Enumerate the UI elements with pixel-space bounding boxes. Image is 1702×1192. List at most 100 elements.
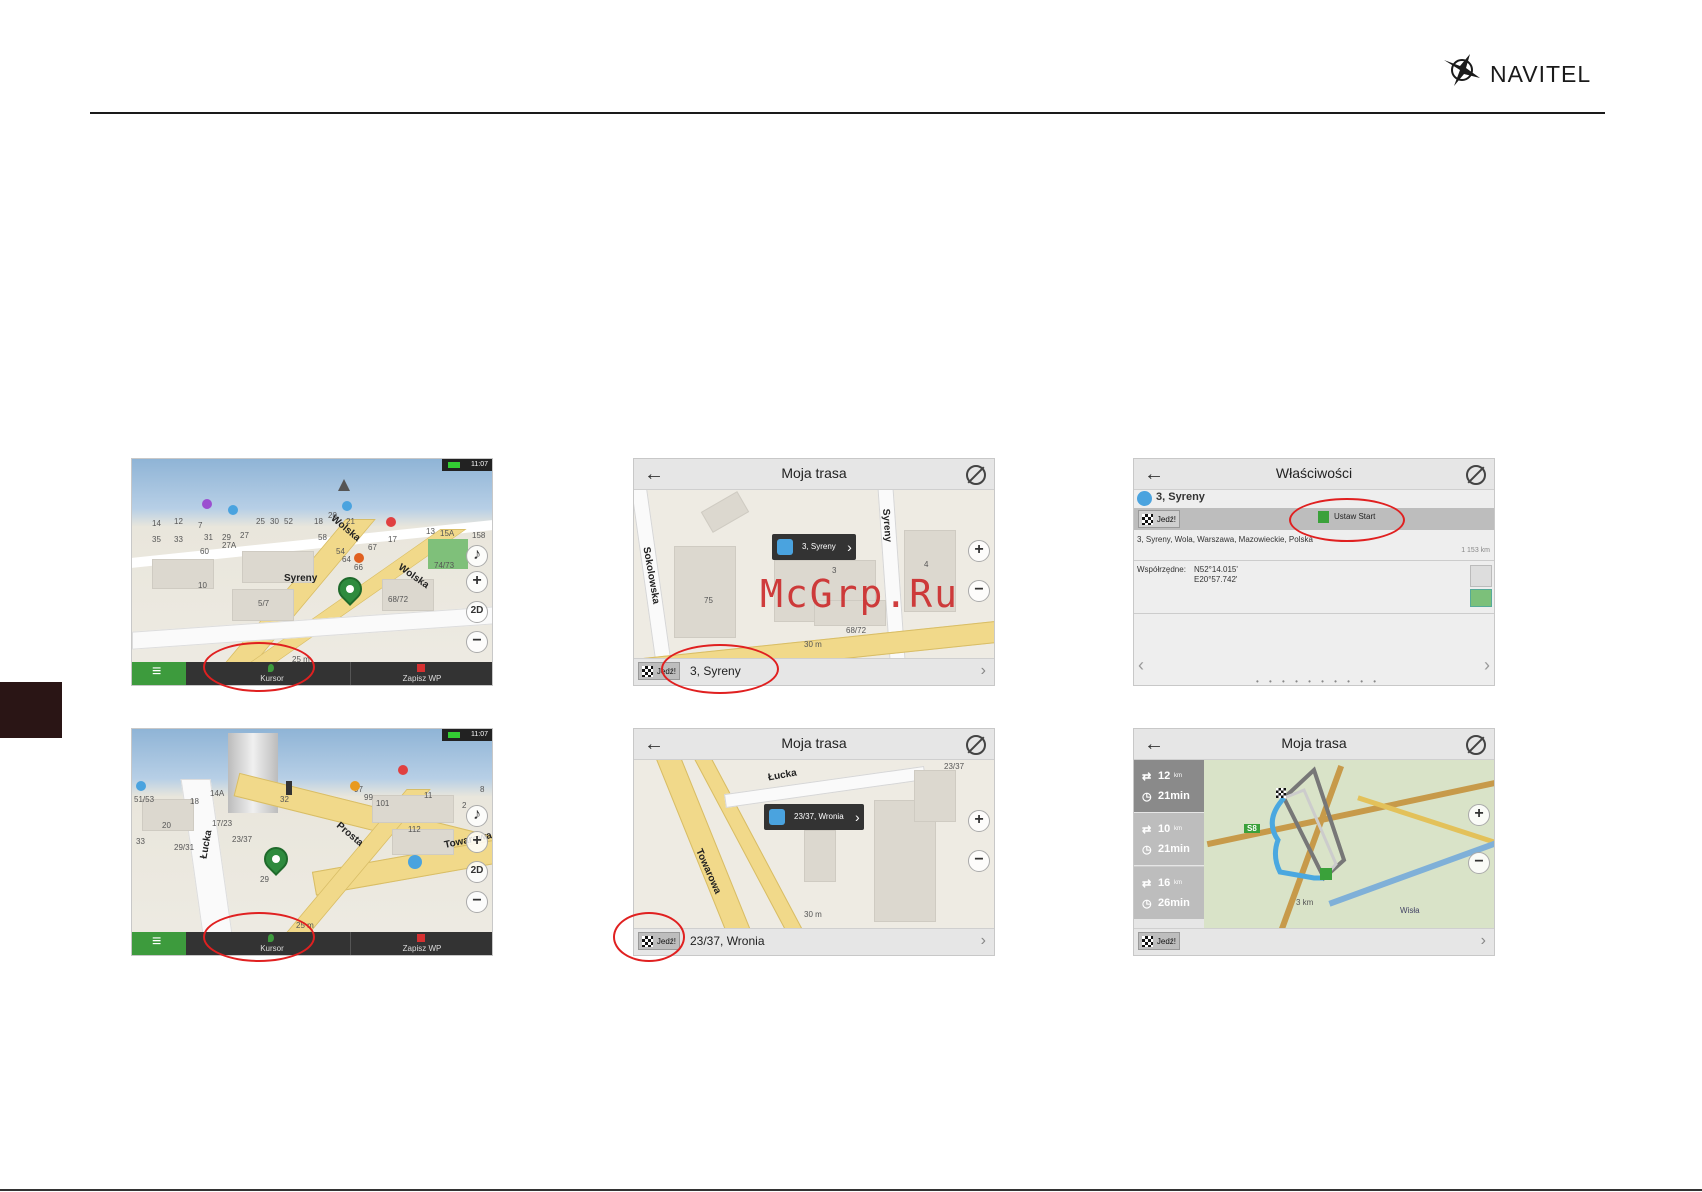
screenshot-route-point-2: ← Moja trasa Łucka Towarowa 23/37 30 m 2… <box>633 728 995 956</box>
route-map[interactable]: S8 3 km Wisła + − <box>1204 760 1494 928</box>
page-dots: • • • • • • • • • • <box>1256 677 1381 686</box>
address-popup[interactable]: 3, Syreny › <box>772 534 856 560</box>
flag-icon <box>417 934 425 942</box>
route-option-2[interactable]: ⇄ 10 km ◷ 21min <box>1134 813 1204 865</box>
view-2d-button[interactable]: 2D <box>466 861 488 883</box>
zoom-in-button[interactable]: + <box>968 540 990 562</box>
zoom-out-button[interactable]: − <box>1468 852 1490 874</box>
poi-icon <box>350 781 360 791</box>
checkered-flag-icon <box>1142 514 1153 525</box>
prev-page-arrow-icon[interactable]: ‹ <box>1138 655 1144 676</box>
highlight-ellipse <box>661 644 779 694</box>
checkered-flag-icon <box>642 666 653 677</box>
distance-icon: ⇄ <box>1142 878 1152 890</box>
distance: 1 153 km <box>1461 547 1490 554</box>
highlight-ellipse <box>203 912 315 962</box>
highlight-ellipse <box>613 912 685 962</box>
save-waypoint-button[interactable]: Zapisz WP <box>350 932 492 955</box>
zoom-out-button[interactable]: − <box>466 631 488 653</box>
longitude: E20°57.742' <box>1194 575 1238 584</box>
road-badge: S8 <box>1244 824 1260 833</box>
save-waypoint-button[interactable]: Zapisz WP <box>350 662 492 685</box>
zoom-in-button[interactable]: + <box>1468 804 1490 826</box>
screen-header: ← Moja trasa <box>634 729 994 760</box>
river-label: Wisła <box>1400 906 1420 915</box>
traffic-light-icon <box>286 781 292 795</box>
poi-icon <box>202 499 212 509</box>
zoom-in-button[interactable]: + <box>466 831 488 853</box>
menu-button[interactable] <box>132 932 186 955</box>
chevron-right-icon[interactable]: › <box>1481 932 1486 950</box>
view-2d-button[interactable]: 2D <box>466 601 488 623</box>
menu-button[interactable] <box>132 662 186 685</box>
clock-icon: ◷ <box>1142 898 1152 910</box>
watermark: McGrp.Ru <box>760 572 960 616</box>
compass-icon[interactable] <box>338 479 350 491</box>
status-bar: 11:07 <box>442 729 492 741</box>
sound-button[interactable]: ♪ <box>466 805 488 827</box>
latitude: N52°14.015' <box>1194 565 1238 574</box>
route-option-3[interactable]: ⇄ 16 km ◷ 26min <box>1134 866 1204 919</box>
route-lines <box>1269 766 1347 882</box>
start-flag-icon <box>1320 868 1332 880</box>
address-bar: Jedź! 23/37, Wronia › <box>634 928 994 955</box>
screen-header: ← Moja trasa <box>1134 729 1494 760</box>
zoom-in-button[interactable]: + <box>466 571 488 593</box>
go-button[interactable]: Jedź! <box>1138 510 1180 528</box>
screenshot-properties: ← Właściwości 3, Syreny Jedź! Ustaw Star… <box>1133 458 1495 686</box>
screen-header: ← Moja trasa <box>634 459 994 490</box>
zoom-out-button[interactable]: − <box>968 580 990 602</box>
zoom-out-button[interactable]: − <box>968 850 990 872</box>
map-view[interactable]: Łucka Towarowa 23/37 30 m 23/37, Wronia … <box>634 760 994 928</box>
checkered-flag-icon <box>1142 936 1153 947</box>
navitel-logo: NAVITEL <box>1440 52 1600 92</box>
zoom-out-button[interactable]: − <box>466 891 488 913</box>
chevron-right-icon[interactable]: › <box>981 932 986 950</box>
home-icon <box>1137 491 1152 506</box>
flag-icon <box>417 664 425 672</box>
share-button[interactable] <box>1470 589 1492 607</box>
cursor-pin-icon <box>259 842 293 876</box>
street-label: Syreny <box>284 573 318 584</box>
go-button[interactable]: Jedź! <box>1138 932 1180 950</box>
footer-line <box>0 1189 1702 1191</box>
home-icon <box>777 539 793 555</box>
route-bottom-bar: Jedź! › <box>1134 928 1494 955</box>
sound-button[interactable]: ♪ <box>466 545 488 567</box>
poi-icon <box>386 517 396 527</box>
section-tab <box>0 682 62 738</box>
poi-icon <box>228 505 238 515</box>
bus-stop-icon <box>408 855 422 869</box>
route-option-1[interactable]: ⇄ 12 km ◷ 21min <box>1134 760 1204 812</box>
address-popup[interactable]: 23/37, Wronia › <box>764 804 864 830</box>
status-bar: 11:07 <box>442 459 492 471</box>
satellite-off-icon[interactable] <box>1466 735 1486 755</box>
satellite-off-icon[interactable] <box>1466 465 1486 485</box>
poi-icon <box>136 781 146 791</box>
map-scale: 3 km <box>1296 898 1314 907</box>
brand-name: NAVITEL <box>1490 61 1592 87</box>
poi-icon <box>354 553 364 563</box>
navitel-star-icon <box>1444 54 1480 86</box>
zoom-in-button[interactable]: + <box>968 810 990 832</box>
highlight-ellipse <box>1289 498 1405 542</box>
satellite-off-icon[interactable] <box>966 735 986 755</box>
satellite-off-icon[interactable] <box>966 465 986 485</box>
map-marker-button[interactable] <box>1470 565 1492 587</box>
poi-icon <box>398 765 408 775</box>
distance-icon: ⇄ <box>1142 824 1152 836</box>
chevron-right-icon: › <box>847 539 852 555</box>
chevron-right-icon: › <box>855 809 860 825</box>
address-text[interactable]: 23/37, Wronia <box>690 934 765 948</box>
poi-icon <box>342 501 352 511</box>
distance-icon: ⇄ <box>1142 771 1152 783</box>
header-divider <box>90 112 1605 114</box>
screen-header: ← Właściwości <box>1134 459 1494 490</box>
highlight-ellipse <box>203 642 315 692</box>
next-page-arrow-icon[interactable]: › <box>1484 655 1490 676</box>
home-icon <box>769 809 785 825</box>
screenshot-map-cursor-1: 11:07 Syreny Wolska Wolska 14 12 7 35 33… <box>131 458 493 686</box>
chevron-right-icon[interactable]: › <box>981 662 986 680</box>
clock-icon: ◷ <box>1142 844 1152 856</box>
screenshot-map-cursor-2: 11:07 Łucka Prosta Towarowa 51/53 18 14A… <box>131 728 493 956</box>
